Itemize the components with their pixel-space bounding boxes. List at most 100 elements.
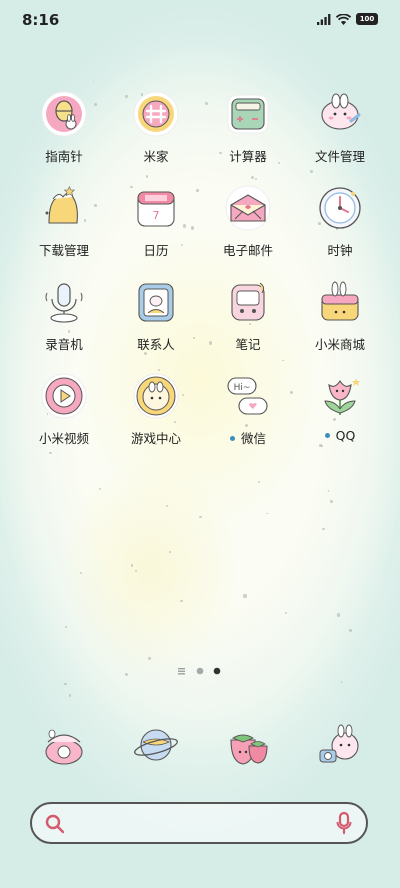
- shop-bag-icon: [317, 279, 363, 325]
- app-mijia[interactable]: 米家: [106, 88, 206, 182]
- app-file-manager[interactable]: 文件管理: [290, 88, 390, 182]
- page-indicator[interactable]: [0, 662, 400, 675]
- status-time: 8:16: [22, 11, 60, 29]
- wallpaper-speck: [257, 481, 261, 484]
- wallpaper-speck: [134, 570, 137, 573]
- app-label: QQ: [290, 428, 390, 443]
- wallpaper-speck: [80, 571, 83, 575]
- email-icon: [225, 185, 271, 231]
- app-label-text: 联系人: [137, 337, 175, 352]
- app-label-text: 录音机: [45, 337, 83, 352]
- app-recorder[interactable]: 录音机: [14, 276, 114, 370]
- microphone-icon: [41, 279, 87, 325]
- planet-icon: [133, 722, 179, 768]
- app-clock[interactable]: 时钟: [290, 182, 390, 276]
- wallpaper-speck: [64, 626, 67, 629]
- page-dot-1: [196, 667, 204, 675]
- dock-browser[interactable]: [106, 722, 206, 782]
- phone-icon: [41, 722, 87, 768]
- game-center-icon: [133, 373, 179, 419]
- app-label-text: QQ: [335, 428, 356, 443]
- calculator-icon: [225, 91, 271, 137]
- calendar-icon: 7: [133, 185, 179, 231]
- signal-icon: [317, 13, 331, 25]
- app-label: 游戏中心: [106, 428, 206, 447]
- page-indicator-list-icon: [178, 668, 185, 675]
- app-label: 文件管理: [290, 146, 390, 165]
- app-label-text: 笔记: [235, 337, 261, 352]
- app-label-text: 电子邮件: [222, 243, 273, 258]
- app-label: 日历: [106, 240, 206, 259]
- app-email[interactable]: 电子邮件: [198, 182, 298, 276]
- wallpaper-speck: [68, 694, 71, 697]
- wallpaper-speck: [131, 564, 134, 567]
- app-label-text: 米家: [143, 149, 169, 164]
- strawberry-icon: [225, 722, 271, 768]
- wallpaper-speck: [285, 612, 288, 615]
- wallpaper-speck: [64, 683, 67, 686]
- search-icon[interactable]: [45, 814, 65, 834]
- new-notification-dot: [324, 433, 330, 438]
- app-label: 电子邮件: [198, 240, 298, 259]
- svg-text:Hi~: Hi~: [234, 383, 251, 393]
- app-label-text: 下载管理: [38, 243, 89, 258]
- wallpaper-speck: [322, 527, 325, 530]
- app-label-text: 小米视频: [38, 431, 89, 446]
- battery-icon: 100: [356, 13, 378, 25]
- wallpaper-speck: [336, 613, 340, 617]
- wechat-bubbles-icon: Hi~: [225, 373, 271, 419]
- app-label-text: 文件管理: [314, 149, 365, 164]
- app-label-text: 时钟: [327, 243, 353, 258]
- app-label: 录音机: [14, 334, 114, 353]
- app-label: 米家: [106, 146, 206, 165]
- app-label: 时钟: [290, 240, 390, 259]
- app-calendar[interactable]: 7 日历: [106, 182, 206, 276]
- clock-icon: [317, 185, 363, 231]
- app-mi-video[interactable]: 小米视频: [14, 370, 114, 464]
- app-label-text: 游戏中心: [130, 431, 181, 446]
- status-bar: 8:16 100: [0, 0, 400, 40]
- dock: [0, 722, 400, 782]
- wallpaper-speck: [92, 80, 95, 83]
- compass-bunny-icon: [41, 91, 87, 137]
- wifi-icon: [336, 13, 351, 25]
- wallpaper-speck: [266, 512, 269, 515]
- notes-icon: [225, 279, 271, 325]
- app-wechat[interactable]: Hi~ 微信: [198, 370, 298, 464]
- app-calculator[interactable]: 计算器: [198, 88, 298, 182]
- status-icons: 100: [317, 13, 378, 25]
- app-label: 联系人: [106, 334, 206, 353]
- app-label-text: 小米商城: [314, 337, 365, 352]
- wallpaper-speck: [349, 629, 352, 632]
- app-label: 指南针: [14, 146, 114, 165]
- app-notes[interactable]: 笔记: [198, 276, 298, 370]
- wallpaper-speck: [148, 656, 152, 660]
- mijia-icon: [133, 91, 179, 137]
- dock-gallery[interactable]: [198, 722, 298, 782]
- camera-bunny-icon: [317, 722, 363, 768]
- wallpaper-speck: [98, 487, 102, 490]
- dock-phone[interactable]: [14, 722, 114, 782]
- wallpaper-speck: [199, 515, 202, 519]
- dock-camera[interactable]: [290, 722, 390, 782]
- wallpaper-speck: [340, 681, 343, 683]
- app-game-center[interactable]: 游戏中心: [106, 370, 206, 464]
- app-label: 下载管理: [14, 240, 114, 259]
- app-qq[interactable]: QQ: [290, 370, 390, 464]
- app-download-manager[interactable]: 下载管理: [14, 182, 114, 276]
- app-label-text: 计算器: [229, 149, 267, 164]
- app-mi-store[interactable]: 小米商城: [290, 276, 390, 370]
- download-icon: [41, 185, 87, 231]
- new-notification-dot: [229, 436, 235, 441]
- wallpaper-speck: [165, 505, 168, 508]
- app-compass[interactable]: 指南针: [14, 88, 114, 182]
- search-bar[interactable]: [30, 802, 368, 844]
- contacts-icon: [133, 279, 179, 325]
- app-contacts[interactable]: 联系人: [106, 276, 206, 370]
- svg-text:7: 7: [153, 209, 160, 222]
- wallpaper-speck: [180, 599, 183, 603]
- app-label-text: 微信: [240, 431, 266, 446]
- wallpaper-speck: [168, 550, 172, 554]
- microphone-voice-icon[interactable]: [336, 812, 352, 836]
- wallpaper-speck: [243, 594, 247, 598]
